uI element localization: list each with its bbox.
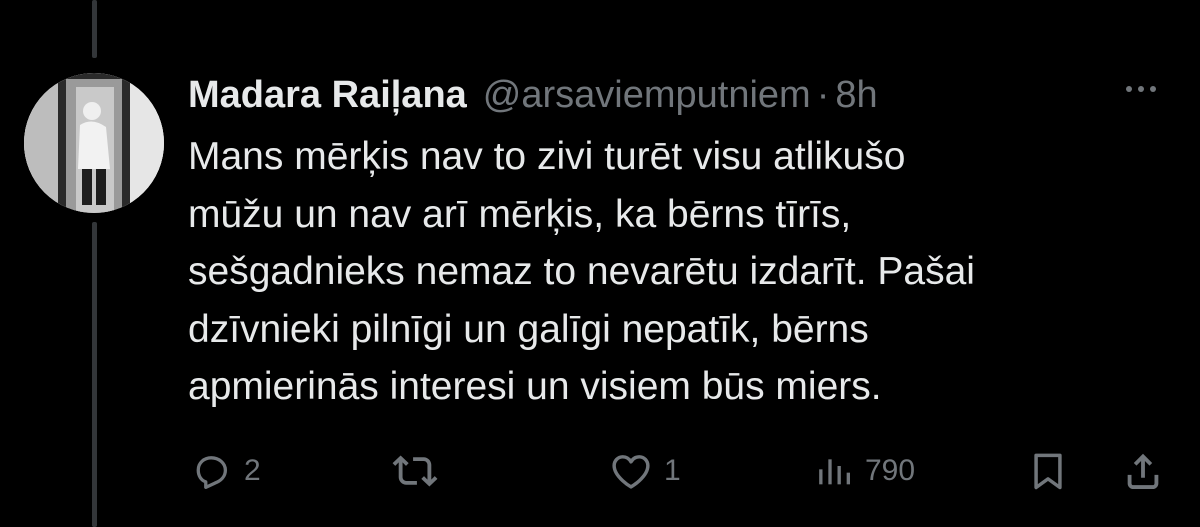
thread-line-top <box>92 0 97 58</box>
separator-dot: · <box>816 73 830 116</box>
views-button[interactable]: 790 <box>815 448 915 494</box>
bookmark-icon <box>1034 453 1062 490</box>
more-icon-dot <box>1126 86 1132 92</box>
avatar-image <box>24 73 164 213</box>
more-icon-dot <box>1150 86 1156 92</box>
tweet-text-line: apmierinās interesi un visiem būs miers. <box>188 365 882 408</box>
reply-count: 2 <box>244 454 261 487</box>
tweet-text-line: dzīvnieki pilnīgi un galīgi nepatīk, bēr… <box>188 307 869 351</box>
views-count: 790 <box>865 454 916 487</box>
retweet-button[interactable] <box>392 448 448 494</box>
bookmark-button[interactable] <box>1026 448 1070 494</box>
tweet-header: Madara Raiļana @arsaviemputniem · 8h <box>188 72 878 118</box>
like-count: 1 <box>664 454 681 487</box>
reply-button[interactable]: 2 <box>190 448 261 494</box>
share-icon <box>1127 453 1159 490</box>
reply-icon <box>196 456 228 489</box>
tweet-text: Mans mērķis nav to zivi turēt visu atlik… <box>188 128 1188 416</box>
more-icon-dot <box>1138 86 1144 92</box>
action-bar: 2 1 790 <box>0 448 1200 494</box>
author-handle[interactable]: @arsaviemputniem <box>483 74 811 117</box>
like-button[interactable]: 1 <box>608 448 681 494</box>
heart-icon <box>612 455 650 489</box>
more-button[interactable] <box>1126 86 1156 92</box>
tweet-text-line: mūžu un nav arī mērķis, ka bērns tīrīs, <box>188 192 852 236</box>
retweet-icon <box>392 455 438 487</box>
avatar[interactable] <box>24 73 164 213</box>
tweet-text-line: Mans mērķis nav to zivi turēt visu atlik… <box>188 135 906 178</box>
share-button[interactable] <box>1120 448 1166 494</box>
tweet-timestamp[interactable]: 8h <box>835 74 877 117</box>
views-icon <box>819 459 850 485</box>
tweet-text-line: sešgadnieks nemaz to nevarētu izdarīt. P… <box>188 250 975 293</box>
author-name[interactable]: Madara Raiļana <box>188 74 467 117</box>
